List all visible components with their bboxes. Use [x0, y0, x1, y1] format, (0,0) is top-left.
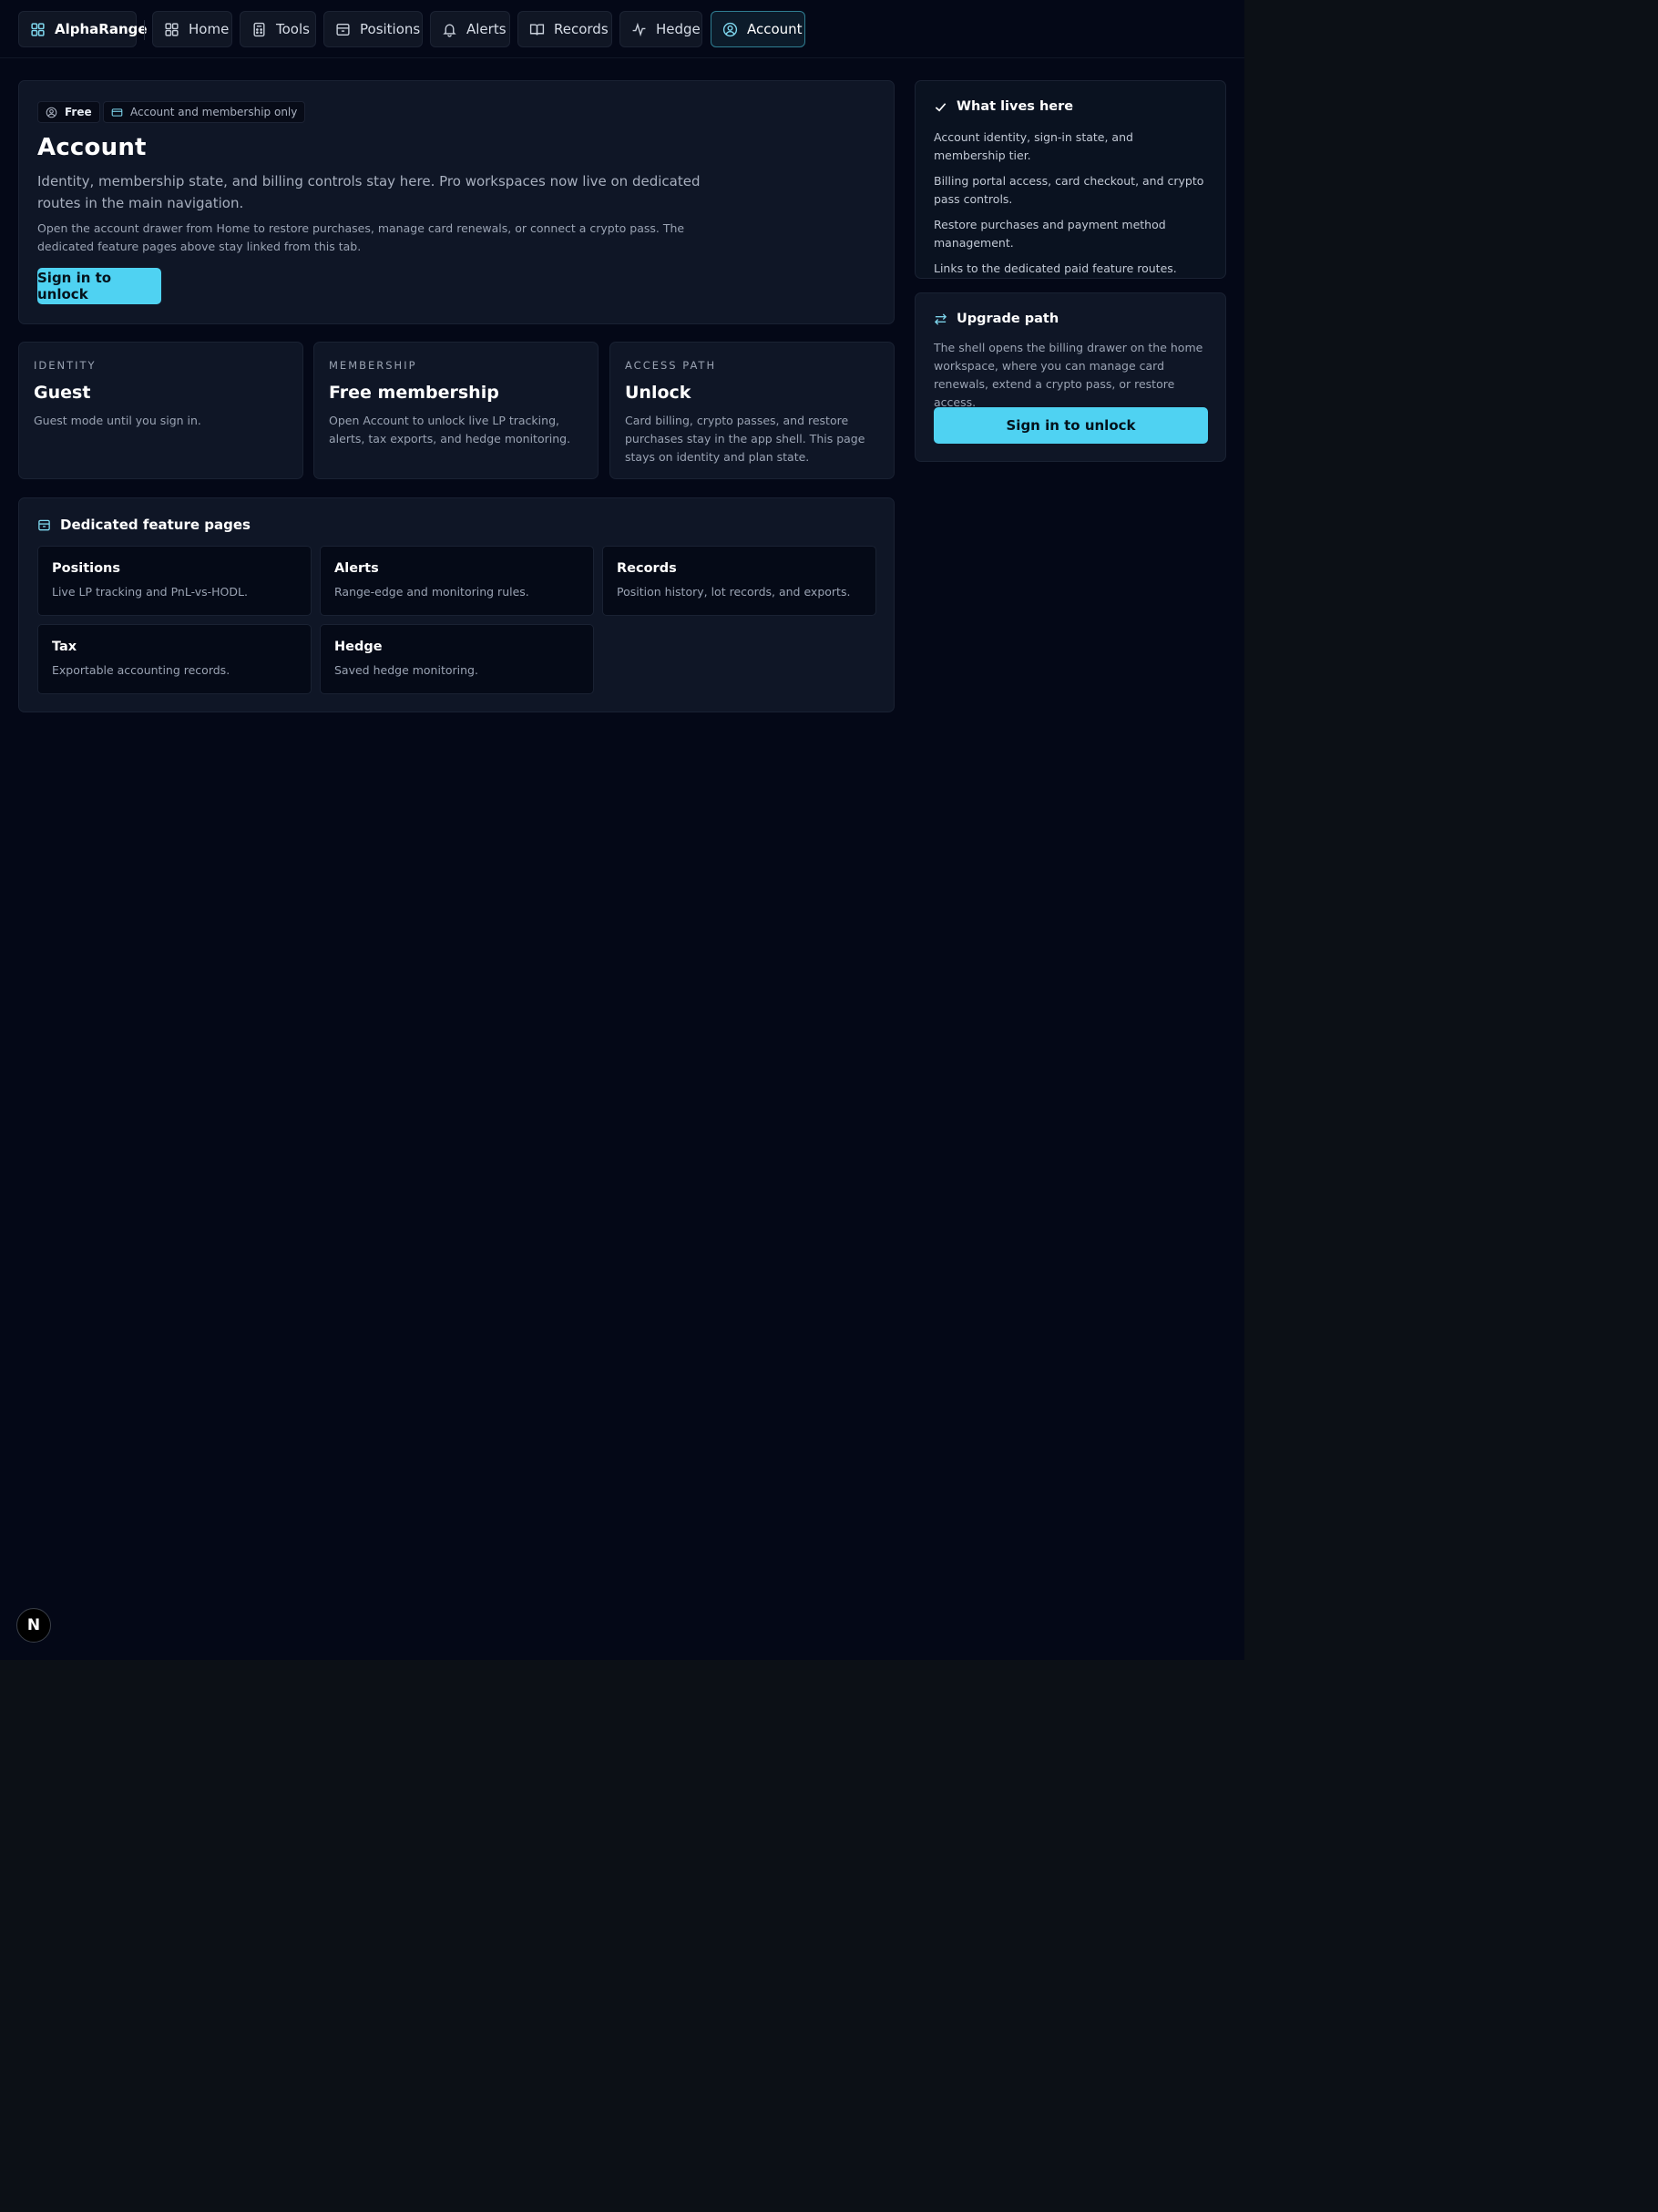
credit-card-icon [111, 108, 123, 117]
account-hero-card: Free Account and membership only Account… [18, 80, 895, 324]
nav-tools[interactable]: Tools [240, 11, 316, 47]
nav-account[interactable]: Account [711, 11, 805, 47]
swap-arrows-icon [934, 312, 947, 325]
page-note: Open the account drawer from Home to res… [37, 221, 685, 253]
nav-tools-label: Tools [276, 21, 310, 37]
feature-link-hedge[interactable]: Hedge Saved hedge monitoring. [320, 624, 594, 694]
list-item: Billing portal access, card checkout, an… [934, 174, 1204, 206]
stat-desc: Open Account to unlock live LP tracking,… [329, 414, 571, 445]
page-title: Account [37, 134, 147, 161]
check-icon [935, 102, 947, 111]
feature-desc: Position history, lot records, and expor… [617, 585, 851, 599]
calculator-icon [253, 22, 265, 36]
stat-value: Guest [34, 383, 91, 403]
stat-value: Unlock [625, 383, 691, 403]
nav-alerts-label: Alerts [466, 21, 507, 37]
feature-pages-title: Dedicated feature pages [37, 517, 251, 533]
nav-account-label: Account [747, 21, 803, 37]
feature-desc: Range-edge and monitoring rules. [334, 585, 529, 599]
feature-link-positions[interactable]: Positions Live LP tracking and PnL-vs-HO… [37, 546, 312, 616]
book-open-icon [529, 23, 545, 35]
feature-desc: Live LP tracking and PnL-vs-HODL. [52, 585, 248, 599]
nav-home[interactable]: Home [152, 11, 232, 47]
upgrade-path-card: Upgrade path The shell opens the billing… [915, 292, 1226, 462]
nav-alerts[interactable]: Alerts [430, 11, 510, 47]
nav-home-label: Home [189, 21, 230, 37]
stat-label: IDENTITY [34, 359, 97, 372]
feature-desc: Saved hedge monitoring. [334, 663, 478, 677]
plan-chip: Free [37, 101, 100, 123]
feature-pages-title-text: Dedicated feature pages [60, 517, 251, 533]
brand-button[interactable]: AlphaRange [18, 11, 148, 47]
top-nav: AlphaRange Home Tools Positions Alerts R… [0, 0, 1244, 58]
dashboard-icon [165, 22, 179, 36]
list-item: Links to the dedicated paid feature rout… [934, 261, 1177, 275]
stat-value: Free membership [329, 383, 499, 403]
stat-desc: Card billing, crypto passes, and restore… [625, 414, 865, 464]
nav-records[interactable]: Records [517, 11, 612, 47]
what-lives-here-title: What lives here [934, 99, 1073, 114]
page-subtitle: Identity, membership state, and billing … [37, 173, 701, 211]
feature-pages-card: Dedicated feature pages Positions Live L… [18, 497, 895, 712]
scope-chip-label: Account and membership only [130, 106, 298, 118]
feature-title: Records [617, 561, 677, 576]
archive-icon [336, 23, 350, 36]
nav-positions[interactable]: Positions [323, 11, 423, 47]
stat-label: ACCESS PATH [625, 359, 717, 372]
nav-records-label: Records [554, 21, 609, 37]
feature-link-alerts[interactable]: Alerts Range-edge and monitoring rules. [320, 546, 594, 616]
user-circle-icon [46, 107, 57, 118]
list-item: Restore purchases and payment method man… [934, 218, 1166, 250]
feature-link-tax[interactable]: Tax Exportable accounting records. [37, 624, 312, 694]
stat-label: MEMBERSHIP [329, 359, 417, 372]
what-lives-here-card: What lives here Account identity, sign-i… [915, 80, 1226, 279]
brand-label: AlphaRange [55, 21, 148, 37]
upgrade-path-title-text: Upgrade path [957, 312, 1059, 326]
activity-icon [632, 22, 646, 36]
bell-icon [443, 24, 456, 37]
feature-title: Alerts [334, 561, 379, 576]
sign-in-button[interactable]: Sign in to unlock [37, 268, 161, 304]
nav-divider [144, 20, 145, 40]
dev-badge[interactable]: N [16, 1608, 51, 1643]
nav-hedge-label: Hedge [656, 21, 701, 37]
access-path-card: ACCESS PATH Unlock Card billing, crypto … [609, 342, 895, 479]
identity-card: IDENTITY Guest Guest mode until you sign… [18, 342, 303, 479]
archive-icon [38, 519, 50, 530]
nav-positions-label: Positions [360, 21, 421, 37]
list-item: Account identity, sign-in state, and mem… [934, 130, 1133, 162]
feature-title: Positions [52, 561, 121, 576]
upgrade-path-title: Upgrade path [934, 312, 1059, 326]
feature-link-records[interactable]: Records Position history, lot records, a… [602, 546, 876, 616]
what-lives-here-title-text: What lives here [957, 99, 1074, 114]
what-lives-here-list: Account identity, sign-in state, and mem… [934, 128, 1207, 285]
upgrade-path-desc: The shell opens the billing drawer on th… [934, 341, 1203, 409]
feature-desc: Exportable accounting records. [52, 663, 230, 677]
feature-title: Tax [52, 640, 77, 654]
grid-icon [31, 22, 45, 36]
membership-card: MEMBERSHIP Free membership Open Account … [313, 342, 599, 479]
user-circle-icon [722, 22, 738, 36]
plan-chip-label: Free [65, 106, 92, 118]
upgrade-sign-in-button[interactable]: Sign in to unlock [934, 407, 1208, 444]
scope-chip: Account and membership only [103, 101, 306, 123]
stat-desc: Guest mode until you sign in. [34, 414, 201, 427]
feature-title: Hedge [334, 640, 383, 654]
nav-hedge[interactable]: Hedge [619, 11, 702, 47]
app-viewport: AlphaRange Home Tools Positions Alerts R… [0, 0, 1244, 1660]
